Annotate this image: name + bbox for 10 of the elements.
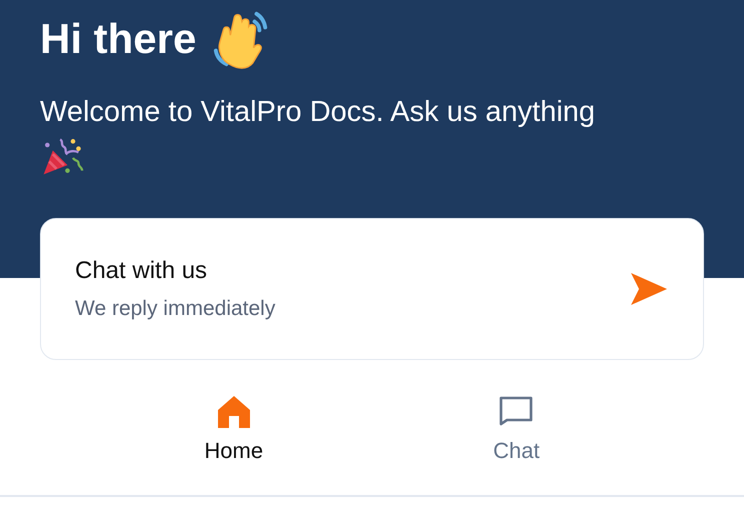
chat-icon (498, 394, 534, 428)
nav-tab[interactable]: Chat (483, 390, 550, 470)
chat-card[interactable]: Chat with us We reply immediately (40, 218, 704, 360)
send-icon[interactable] (631, 273, 667, 305)
greeting-title: Hi there (40, 15, 196, 63)
welcome-text: Welcome to VitalPro Docs. Ask us anything (40, 95, 596, 130)
card-title: Chat with us (75, 257, 208, 285)
nav-tab[interactable]: Home (194, 390, 274, 470)
home-icon (216, 394, 251, 428)
card-subtitle: We reply immediately (75, 297, 276, 321)
